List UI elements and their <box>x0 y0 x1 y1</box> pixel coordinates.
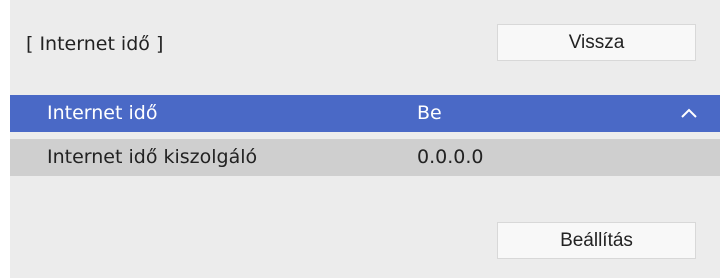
setting-label-internet-time: Internet idő <box>47 102 158 124</box>
setting-row-internet-time[interactable]: Internet idő Be <box>10 95 720 132</box>
settings-button[interactable]: Beállítás <box>497 222 696 259</box>
setting-row-internet-time-server[interactable]: Internet idő kiszolgáló 0.0.0.0 <box>10 139 720 176</box>
setting-value-internet-time: Be <box>417 102 442 124</box>
back-button[interactable]: Vissza <box>497 24 696 61</box>
chevron-up-icon[interactable] <box>680 105 698 121</box>
page-title: [ Internet idő ] <box>26 33 164 55</box>
setting-label-internet-time-server: Internet idő kiszolgáló <box>47 146 258 168</box>
setting-value-internet-time-server: 0.0.0.0 <box>417 146 484 168</box>
